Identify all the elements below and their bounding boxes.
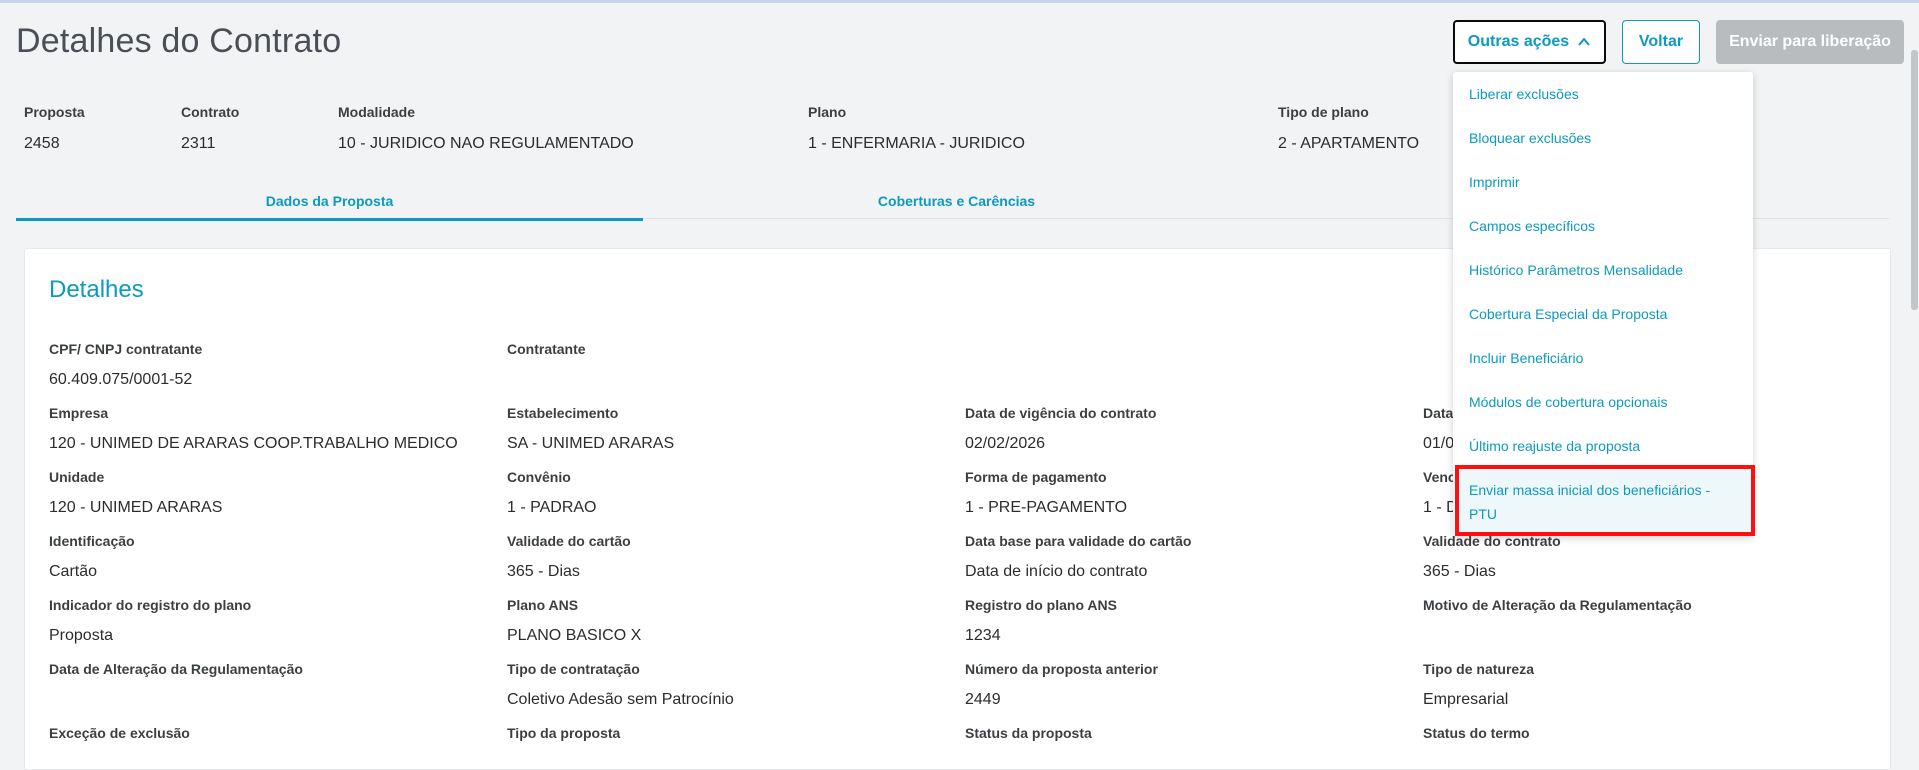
identificacao-value: Cartão bbox=[49, 563, 98, 580]
send-for-release-button[interactable]: Enviar para liberação bbox=[1716, 20, 1904, 64]
proposal-value: 2458 bbox=[24, 135, 60, 152]
cpf-cnpj-label: CPF/ CNPJ contratante bbox=[49, 341, 203, 357]
data-value: 01/0 bbox=[1423, 435, 1455, 452]
plano-ans-value: PLANO BASICO X bbox=[507, 627, 642, 644]
registro-ans-label: Registro do plano ANS bbox=[965, 597, 1117, 613]
estabelecimento-value: SA - UNIMED ARARAS bbox=[507, 435, 675, 452]
data-base-value: Data de início do contrato bbox=[965, 563, 1148, 580]
top-border bbox=[0, 0, 1919, 3]
empresa-label: Empresa bbox=[49, 405, 109, 421]
plan-type-label: Tipo de plano bbox=[1278, 104, 1369, 120]
vigencia-label: Data de vigência do contrato bbox=[965, 405, 1157, 421]
numero-anterior-label: Número da proposta anterior bbox=[965, 661, 1158, 677]
menu-item-liberar-exclusoes[interactable]: Liberar exclusões bbox=[1453, 72, 1753, 116]
menu-item-ultimo-reajuste[interactable]: Último reajuste da proposta bbox=[1453, 424, 1753, 468]
cpf-cnpj-value: 60.409.075/0001-52 bbox=[49, 371, 193, 388]
menu-item-cobertura-especial[interactable]: Cobertura Especial da Proposta bbox=[1453, 292, 1753, 336]
identificacao-label: Identificação bbox=[49, 533, 135, 549]
menu-item-historico-parametros[interactable]: Histórico Parâmetros Mensalidade bbox=[1453, 248, 1753, 292]
unidade-label: Unidade bbox=[49, 469, 105, 485]
plan-type-value: 2 - APARTAMENTO bbox=[1278, 135, 1420, 152]
details-title: Detalhes bbox=[49, 276, 144, 303]
modality-label: Modalidade bbox=[338, 104, 416, 120]
contract-label: Contrato bbox=[181, 104, 240, 120]
registro-ans-value: 1234 bbox=[965, 627, 1001, 644]
pagamento-label: Forma de pagamento bbox=[965, 469, 1107, 485]
tipo-contratacao-label: Tipo de contratação bbox=[507, 661, 640, 677]
data-alteracao-label: Data de Alteração da Regulamentação bbox=[49, 661, 303, 677]
plan-value: 1 - ENFERMARIA - JURIDICO bbox=[808, 135, 1025, 152]
proposal-label: Proposta bbox=[24, 104, 85, 120]
vencimento-label: Venc bbox=[1423, 469, 1456, 485]
tab-coberturas-carencias[interactable]: Coberturas e Carências bbox=[643, 190, 1270, 218]
contract-value: 2311 bbox=[181, 135, 216, 152]
tab-dados-proposta[interactable]: Dados da Proposta bbox=[16, 190, 643, 221]
chevron-up-icon bbox=[1578, 37, 1590, 46]
indicador-label: Indicador do registro do plano bbox=[49, 597, 252, 613]
validade-cartao-value: 365 - Dias bbox=[507, 563, 580, 580]
validade-contrato-value: 365 - Dias bbox=[1423, 563, 1496, 580]
tipo-natureza-value: Empresarial bbox=[1423, 691, 1509, 708]
vigencia-value: 02/02/2026 bbox=[965, 435, 1046, 452]
motivo-label: Motivo de Alteração da Regulamentação bbox=[1423, 597, 1692, 613]
back-button[interactable]: Voltar bbox=[1622, 20, 1700, 64]
tipo-proposta-label: Tipo da proposta bbox=[507, 725, 621, 741]
estabelecimento-label: Estabelecimento bbox=[507, 405, 619, 421]
status-proposta-label: Status da proposta bbox=[965, 725, 1092, 741]
tipo-contratacao-value: Coletivo Adesão sem Patrocínio bbox=[507, 691, 734, 708]
validade-cartao-label: Validade do cartão bbox=[507, 533, 631, 549]
convenio-label: Convênio bbox=[507, 469, 571, 485]
menu-item-bloquear-exclusoes[interactable]: Bloquear exclusões bbox=[1453, 116, 1753, 160]
convenio-value: 1 - PADRAO bbox=[507, 499, 597, 516]
status-termo-label: Status do termo bbox=[1423, 725, 1530, 741]
menu-item-incluir-beneficiario[interactable]: Incluir Beneficiário bbox=[1453, 336, 1753, 380]
other-actions-button[interactable]: Outras ações bbox=[1453, 20, 1606, 64]
numero-anterior-value: 2449 bbox=[965, 691, 1001, 708]
plan-label: Plano bbox=[808, 104, 847, 120]
indicador-value: Proposta bbox=[49, 627, 114, 644]
menu-item-modulos-cobertura[interactable]: Módulos de cobertura opcionais bbox=[1453, 380, 1753, 424]
tipo-natureza-label: Tipo de natureza bbox=[1423, 661, 1534, 677]
highlight-box bbox=[1455, 465, 1755, 536]
scrollbar-thumb[interactable] bbox=[1911, 50, 1918, 310]
other-actions-label: Outras ações bbox=[1467, 33, 1570, 50]
empresa-value: 120 - UNIMED DE ARARAS COOP.TRABALHO MED… bbox=[49, 435, 458, 452]
modality-value: 10 - JURIDICO NAO REGULAMENTADO bbox=[338, 135, 634, 152]
plano-ans-label: Plano ANS bbox=[507, 597, 579, 613]
menu-item-imprimir[interactable]: Imprimir bbox=[1453, 160, 1753, 204]
contratante-label: Contratante bbox=[507, 341, 586, 357]
page-title: Detalhes do Contrato bbox=[16, 22, 342, 60]
excecao-label: Exceção de exclusão bbox=[49, 725, 190, 741]
unidade-value: 120 - UNIMED ARARAS bbox=[49, 499, 223, 516]
data-label: Data bbox=[1423, 405, 1454, 421]
menu-item-campos-especificos[interactable]: Campos específicos bbox=[1453, 204, 1753, 248]
pagamento-value: 1 - PRE-PAGAMENTO bbox=[965, 499, 1128, 516]
data-base-label: Data base para validade do cartão bbox=[965, 533, 1192, 549]
